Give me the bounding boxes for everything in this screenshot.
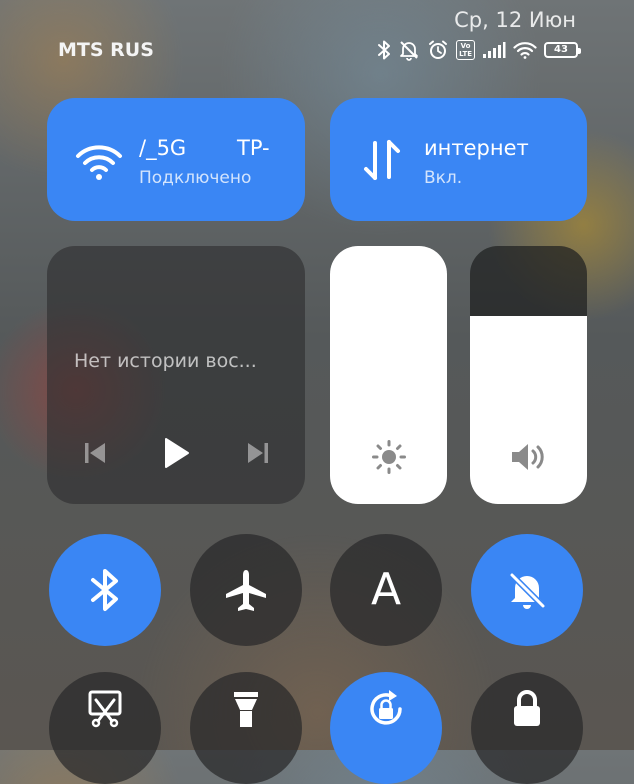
rotation-lock-icon: [370, 690, 402, 725]
mute-toggle[interactable]: [471, 534, 583, 646]
play-button[interactable]: [159, 436, 193, 470]
volte-icon: Vo LTE: [456, 40, 475, 60]
screenshot-toggle[interactable]: [49, 672, 161, 784]
wifi-ssid-part1: /_5G: [139, 136, 187, 160]
mute-icon: [509, 572, 546, 609]
wifi-ssid-part2: TP-: [237, 136, 270, 160]
brightness-slider[interactable]: [330, 246, 447, 504]
media-title: Нет истории вос...: [74, 350, 257, 372]
lock-screen-toggle[interactable]: [471, 672, 583, 784]
volume-icon: [470, 440, 587, 474]
volume-slider-fill: [470, 315, 587, 504]
previous-icon: [85, 443, 105, 463]
airplane-icon: [226, 570, 266, 611]
next-button[interactable]: [241, 436, 275, 470]
brightness-icon: [330, 440, 447, 474]
lock-icon: [514, 690, 540, 726]
auto-brightness-icon: A: [370, 564, 402, 615]
mobile-data-icon: [360, 138, 404, 182]
wifi-status: Подключено: [139, 168, 252, 188]
airplane-mode-toggle[interactable]: [190, 534, 302, 646]
previous-button[interactable]: [78, 436, 112, 470]
media-player-card[interactable]: Нет истории вос...: [47, 246, 305, 504]
next-icon: [248, 443, 268, 463]
cell-signal-icon: [483, 42, 506, 58]
wifi-icon: [513, 42, 537, 59]
screenshot-icon: [88, 690, 122, 728]
flashlight-icon: [234, 692, 258, 727]
auto-brightness-toggle[interactable]: A: [330, 534, 442, 646]
mute-icon: [400, 41, 419, 61]
volume-slider[interactable]: [470, 246, 587, 504]
date-label: Ср, 12 Июн: [454, 8, 576, 32]
mobile-data-status: Вкл.: [424, 168, 463, 188]
status-bar: Ср, 12 Июн MTS RUS Vo LTE 43: [0, 0, 634, 80]
status-icons: Vo LTE 43: [377, 38, 581, 62]
flashlight-toggle[interactable]: [190, 672, 302, 784]
mobile-data-tile[interactable]: интернет Вкл.: [330, 98, 587, 221]
play-icon: [165, 438, 189, 468]
wifi-icon: [75, 138, 123, 186]
mobile-data-title: интернет: [424, 136, 529, 160]
bluetooth-icon: [91, 569, 118, 611]
bluetooth-toggle[interactable]: [49, 534, 161, 646]
battery-level: 43: [554, 44, 568, 55]
alarm-icon: [429, 40, 448, 59]
bluetooth-icon: [378, 40, 391, 60]
battery-icon: 43: [544, 42, 581, 58]
carrier-name: MTS RUS: [58, 39, 154, 61]
wifi-tile[interactable]: /_5G TP- Подключено: [47, 98, 305, 221]
rotation-lock-toggle[interactable]: [330, 672, 442, 784]
